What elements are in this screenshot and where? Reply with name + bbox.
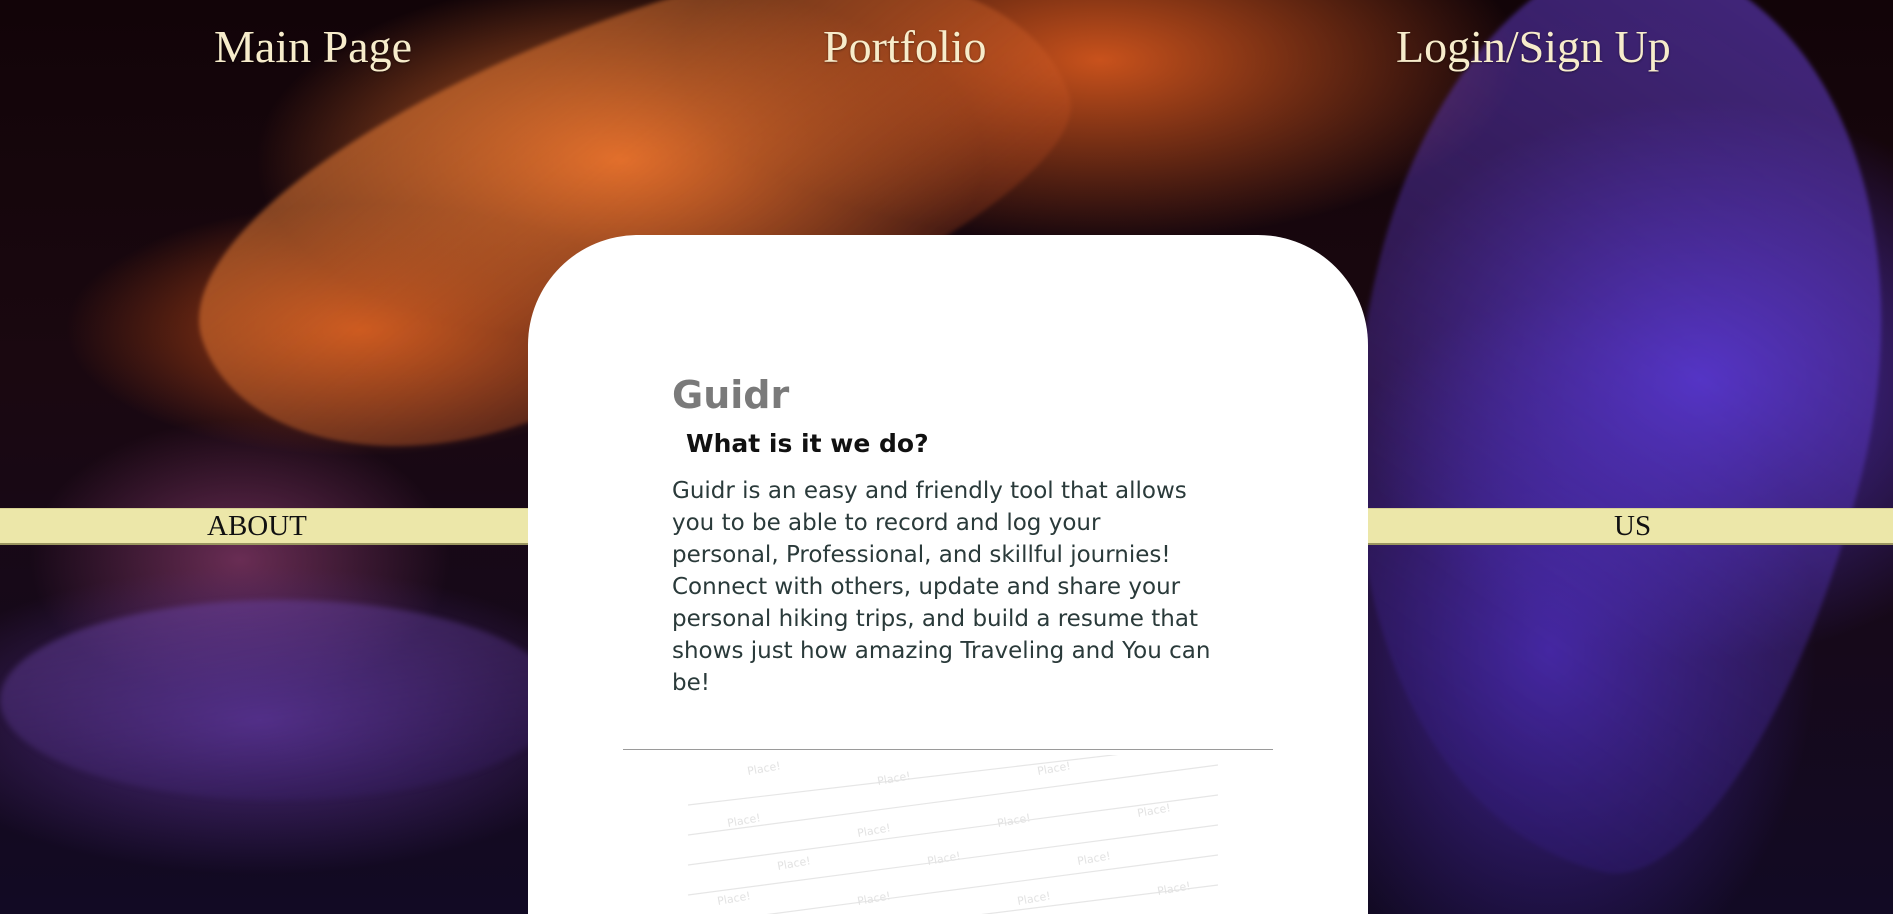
pattern-word: Place! [1076, 849, 1111, 868]
pattern-word: Place! [1036, 759, 1071, 778]
canyon-ridge-lower [0, 600, 560, 800]
about-banner-label: ABOUT [207, 510, 307, 542]
about-card: Guidr What is it we do? Guidr is an easy… [528, 235, 1368, 914]
pattern-word: Place! [856, 889, 891, 908]
pattern-word: Place! [996, 811, 1031, 830]
pattern-word: Place! [876, 769, 911, 788]
pattern-words: Place! Place! Place! Place! Place! Place… [716, 759, 1191, 908]
pattern-word: Place! [856, 821, 891, 840]
pattern-word: Place! [716, 889, 751, 908]
us-banner: US [1368, 508, 1893, 545]
pattern-word: Place! [926, 849, 961, 868]
brand-title: Guidr [672, 373, 790, 417]
nav-link-portfolio[interactable]: Portfolio [823, 20, 987, 73]
nav-link-login-signup[interactable]: Login/Sign Up [1396, 20, 1671, 73]
section-divider [623, 749, 1273, 750]
section-subtitle: What is it we do? [686, 429, 929, 458]
decorative-map-pattern: Place! Place! Place! Place! Place! Place… [687, 755, 1219, 914]
pattern-word: Place! [1016, 889, 1051, 908]
pattern-word: Place! [1156, 879, 1191, 898]
pattern-word: Place! [1136, 801, 1171, 820]
about-banner: ABOUT [0, 508, 528, 545]
us-banner-label: US [1614, 510, 1652, 542]
about-description: Guidr is an easy and friendly tool that … [672, 478, 1211, 696]
pattern-word: Place! [776, 854, 811, 873]
pattern-word: Place! [726, 811, 761, 830]
pattern-lines [687, 755, 1219, 914]
pattern-word: Place! [746, 759, 781, 778]
nav-link-main-page[interactable]: Main Page [214, 20, 412, 73]
top-navigation: Main Page Portfolio Login/Sign Up [0, 20, 1893, 90]
